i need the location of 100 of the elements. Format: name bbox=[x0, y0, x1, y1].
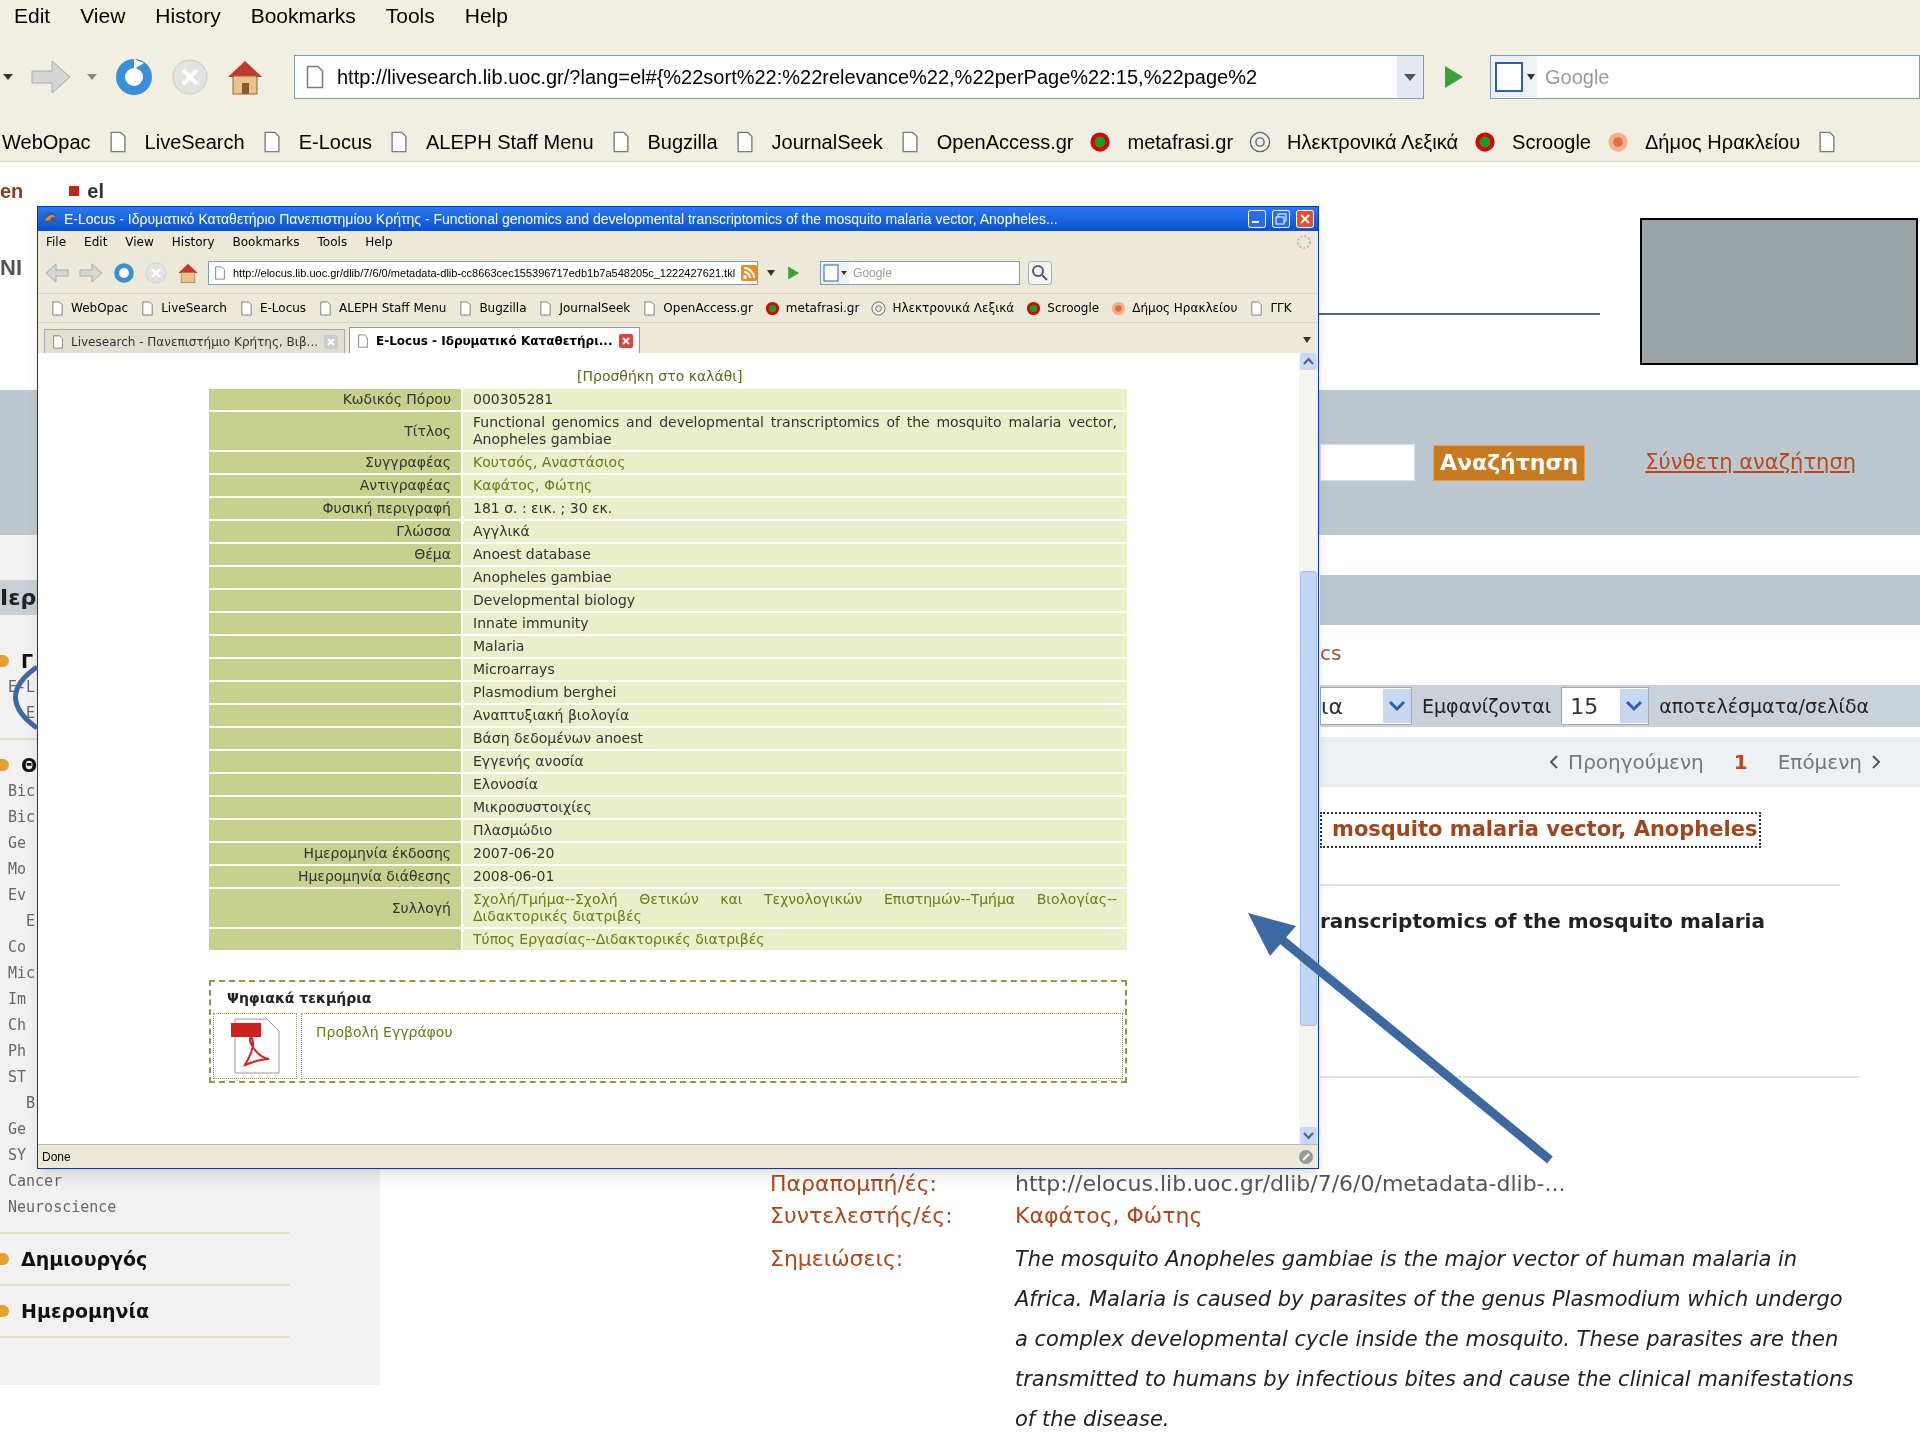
facet-item[interactable]: E bbox=[26, 909, 36, 933]
facet-item[interactable]: ST bbox=[8, 1065, 27, 1089]
close-icon[interactable] bbox=[1296, 210, 1314, 228]
bookmark-link[interactable]: Scroogle bbox=[1512, 126, 1591, 157]
menu-item[interactable]: File bbox=[46, 233, 67, 251]
bookmark-link[interactable]: WebOpac bbox=[2, 126, 91, 157]
search-engine-icon[interactable] bbox=[821, 262, 850, 284]
document-link[interactable]: Προβολή Εγγράφου bbox=[316, 1024, 453, 1040]
restore-icon[interactable] bbox=[1272, 210, 1290, 228]
search-input[interactable]: Google bbox=[849, 262, 1010, 284]
bookmark-link[interactable]: Ηλεκτρονικά Λεξικά bbox=[1287, 126, 1459, 157]
menu-item[interactable]: Help bbox=[464, 0, 508, 32]
browser-tab[interactable]: E-Locus - Ιδρυματικό Καταθετήρι... bbox=[349, 327, 640, 353]
menu-item[interactable]: Bookmarks bbox=[232, 233, 300, 251]
bookmark-link[interactable]: Bugzilla bbox=[479, 299, 527, 317]
per-page-select[interactable]: 15 bbox=[1561, 687, 1650, 725]
dropdown-icon[interactable] bbox=[1397, 56, 1423, 98]
feed-icon[interactable] bbox=[741, 265, 758, 281]
address-field[interactable]: http://livesearch.lib.uoc.gr/?lang=el#{%22sort%22:%22relevance%22,%22perPage%22:15,%22page%2 bbox=[294, 55, 1424, 99]
contributor-link[interactable]: Καφάτος, Φώτης bbox=[1015, 1198, 1203, 1234]
scrollbar[interactable] bbox=[1299, 353, 1318, 1144]
menu-item[interactable]: History bbox=[155, 0, 221, 32]
close-icon[interactable] bbox=[618, 333, 633, 348]
facet-heading[interactable]: Δημιουργός bbox=[21, 1244, 148, 1274]
bookmark-link[interactable]: metafrasi.gr bbox=[1127, 126, 1234, 157]
pdf-icon[interactable] bbox=[229, 1017, 281, 1075]
home-icon[interactable] bbox=[176, 261, 200, 285]
bookmark-link[interactable]: LiveSearch bbox=[161, 299, 227, 317]
search-field[interactable]: Google bbox=[820, 261, 1021, 285]
result-title-link[interactable]: mosquito malaria vector, Anopheles bbox=[1320, 812, 1762, 848]
menu-item[interactable]: Edit bbox=[14, 0, 51, 32]
facet-item[interactable]: Ph bbox=[8, 1039, 27, 1063]
menu-item[interactable]: Help bbox=[365, 233, 393, 251]
facet-item[interactable]: SY bbox=[8, 1143, 27, 1167]
menu-item[interactable]: Bookmarks bbox=[250, 0, 356, 32]
chevron-down-icon[interactable] bbox=[1620, 689, 1649, 723]
caret-icon[interactable] bbox=[1302, 336, 1312, 344]
facet-item[interactable]: Bic bbox=[8, 779, 36, 803]
search-icon[interactable] bbox=[1028, 261, 1053, 285]
bookmark-link[interactable]: ALEPH Staff Menu bbox=[426, 126, 594, 157]
chevron-down-icon[interactable] bbox=[1383, 689, 1411, 723]
bookmark-link[interactable]: Scroogle bbox=[1047, 299, 1100, 317]
address-field[interactable]: http://elocus.lib.uoc.gr/dlib/7/6/0/metadata-dlib-cc8663cec155396717edb1b7a548205c_1222427621.tkl bbox=[208, 261, 759, 285]
facet-heading[interactable]: Γ bbox=[21, 646, 34, 676]
facet-item[interactable]: Mo bbox=[8, 857, 27, 881]
bookmark-link[interactable]: WebOpac bbox=[71, 299, 129, 317]
bookmark-link[interactable]: Bugzilla bbox=[647, 126, 718, 157]
bookmark-link[interactable]: Δήμος Ηρακλείου bbox=[1645, 126, 1801, 157]
facet-item[interactable]: Bic bbox=[8, 805, 36, 829]
next-page-link[interactable]: Επόμενη bbox=[1777, 747, 1862, 777]
facet-heading[interactable]: Θ bbox=[21, 750, 38, 780]
bookmark-link[interactable]: Ηλεκτρονικά Λεξικά bbox=[892, 299, 1015, 317]
current-page[interactable]: 1 bbox=[1733, 747, 1748, 777]
facet-item[interactable]: Cancer bbox=[8, 1169, 63, 1193]
bookmark-link[interactable]: E-Locus bbox=[259, 299, 307, 317]
menu-item[interactable]: View bbox=[125, 233, 154, 251]
facet-item[interactable]: Ev bbox=[8, 883, 27, 907]
caret-icon[interactable] bbox=[2, 73, 14, 81]
search-input[interactable]: Google bbox=[1537, 56, 1919, 98]
bookmark-link[interactable]: E-Locus bbox=[298, 126, 372, 157]
menu-item[interactable]: View bbox=[80, 0, 126, 32]
chevron-right-icon[interactable] bbox=[1872, 755, 1880, 769]
facet-item[interactable]: Im bbox=[8, 987, 27, 1011]
previous-page-link[interactable]: Προηγούμενη bbox=[1568, 747, 1704, 777]
facet-item[interactable]: Neuroscience bbox=[8, 1195, 117, 1219]
language-link[interactable]: el bbox=[87, 176, 105, 206]
bookmark-link[interactable]: ALEPH Staff Menu bbox=[339, 299, 447, 317]
language-link[interactable]: en bbox=[0, 176, 24, 206]
bookmark-link[interactable]: ΓΓΚ bbox=[1270, 299, 1292, 317]
facet-text[interactable]: cs bbox=[1320, 637, 1342, 668]
add-to-basket-link[interactable]: [Προσθήκη στο καλάθι] bbox=[577, 366, 743, 387]
bookmark-link[interactable]: metafrasi.gr bbox=[785, 299, 860, 317]
bookmark-link[interactable]: OpenAccess.gr bbox=[663, 299, 753, 317]
bookmark-link[interactable]: OpenAccess.gr bbox=[936, 126, 1074, 157]
search-engine-icon[interactable] bbox=[1491, 56, 1537, 98]
sort-select[interactable]: ια bbox=[1320, 687, 1412, 725]
search-field[interactable]: Google bbox=[1490, 55, 1920, 99]
menu-item[interactable]: History bbox=[171, 233, 215, 251]
facet-item[interactable]: B bbox=[26, 1091, 36, 1115]
facet-item[interactable]: Ge bbox=[8, 831, 27, 855]
menu-item[interactable]: Tools bbox=[317, 233, 348, 251]
scroll-thumb[interactable] bbox=[1300, 571, 1317, 1026]
facet-heading[interactable]: Ημερομηνία bbox=[21, 1296, 150, 1326]
facet-item[interactable]: Mic bbox=[8, 961, 36, 985]
menu-item[interactable]: Edit bbox=[84, 233, 108, 251]
browser-tab[interactable]: Livesearch - Πανεπιστήμιο Κρήτης, Βιβ... bbox=[44, 329, 345, 353]
facet-item[interactable]: E bbox=[26, 701, 36, 725]
minimize-icon[interactable] bbox=[1248, 210, 1266, 228]
bookmark-link[interactable]: JournalSeek bbox=[559, 299, 631, 317]
scroll-down-icon[interactable] bbox=[1300, 1127, 1317, 1144]
bookmark-link[interactable]: JournalSeek bbox=[771, 126, 883, 157]
url-link[interactable]: http://elocus.lib.uoc.gr/dlib/7/6/0/metadata-dlib-... bbox=[1015, 1170, 1566, 1198]
reload-icon[interactable] bbox=[112, 261, 136, 285]
caret-icon[interactable] bbox=[766, 269, 777, 277]
chevron-left-icon[interactable] bbox=[1550, 755, 1559, 769]
facet-item[interactable]: Co bbox=[8, 935, 27, 959]
scroll-up-icon[interactable] bbox=[1300, 353, 1317, 370]
facet-item[interactable]: Ch bbox=[8, 1013, 27, 1037]
menu-item[interactable]: Tools bbox=[385, 0, 435, 32]
bookmark-link[interactable]: Δήμος Ηρακλείου bbox=[1132, 299, 1238, 317]
